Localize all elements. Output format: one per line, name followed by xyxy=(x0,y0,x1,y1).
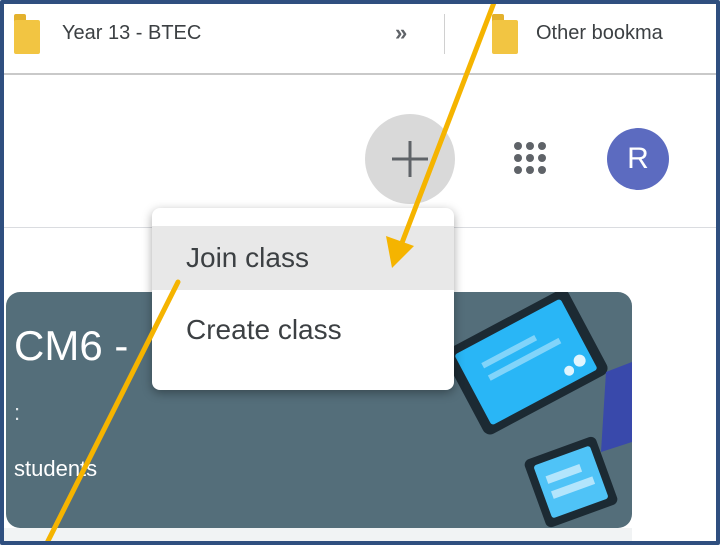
folder-icon[interactable] xyxy=(492,14,518,54)
more-bookmarks-chevron-icon[interactable]: » xyxy=(395,20,407,46)
bookmarks-bar: Year 13 - BTEC » Other bookma xyxy=(0,0,720,75)
create-or-join-button[interactable] xyxy=(365,114,455,204)
bookmark-folder-year13[interactable]: Year 13 - BTEC xyxy=(62,22,201,45)
avatar-initial: R xyxy=(627,142,649,175)
bookmarks-separator xyxy=(444,14,445,54)
plus-icon xyxy=(392,141,428,177)
account-avatar[interactable]: R xyxy=(607,128,669,190)
class-card-footer xyxy=(0,528,632,545)
menu-item-join-class[interactable]: Join class xyxy=(152,226,454,290)
bookmark-folder-other[interactable]: Other bookma xyxy=(536,22,663,45)
create-join-menu: Join class Create class xyxy=(152,208,454,390)
apps-grid-icon[interactable] xyxy=(510,138,550,178)
menu-item-create-class[interactable]: Create class xyxy=(152,298,454,362)
folder-icon[interactable] xyxy=(14,14,40,54)
